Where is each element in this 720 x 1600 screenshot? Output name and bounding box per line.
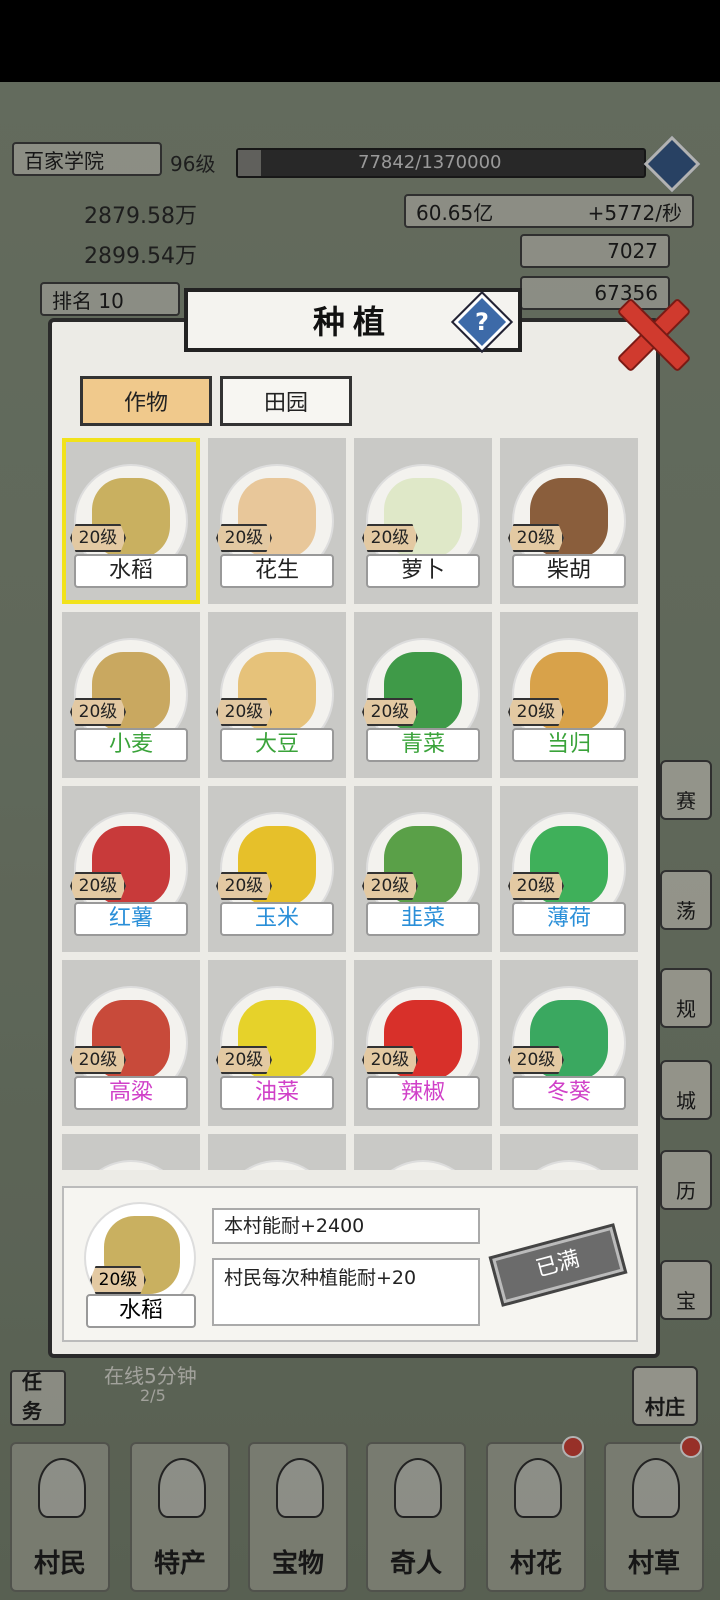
maxed-stamp: 已满 bbox=[488, 1221, 628, 1309]
crop-level: 20级 bbox=[362, 524, 418, 552]
crop-name: 小麦 bbox=[74, 728, 188, 762]
village-bonus-text: 本村能耐+2400 bbox=[212, 1208, 480, 1244]
crop-name: 薄荷 bbox=[512, 902, 626, 936]
villager-bonus-text: 村民每次种植能耐+20 bbox=[212, 1258, 480, 1326]
crop-disc bbox=[220, 1160, 334, 1170]
crop-card[interactable]: 20级 红薯 bbox=[62, 786, 200, 952]
crop-name: 高粱 bbox=[74, 1076, 188, 1110]
dialog-title: 种植 bbox=[312, 303, 393, 341]
tab-garden[interactable]: 田园 bbox=[220, 376, 352, 426]
crop-name: 当归 bbox=[512, 728, 626, 762]
crop-name: 大豆 bbox=[220, 728, 334, 762]
crop-card[interactable]: 20级 高粱 bbox=[62, 960, 200, 1126]
crop-card[interactable] bbox=[62, 1134, 200, 1170]
close-icon[interactable] bbox=[614, 296, 686, 368]
crop-name: 水稻 bbox=[74, 554, 188, 588]
crop-level: 20级 bbox=[70, 698, 126, 726]
crop-grid[interactable]: 20级 水稻 20级 花生 20级 萝卜 20级 柴胡 20级 小麦 20级 大豆 20级 青菜 20级 当归… bbox=[62, 438, 638, 1170]
crop-card[interactable]: 20级 油菜 bbox=[208, 960, 346, 1126]
crop-disc bbox=[74, 1160, 188, 1170]
crop-card[interactable]: 20级 韭菜 bbox=[354, 786, 492, 952]
crop-name: 辣椒 bbox=[366, 1076, 480, 1110]
crop-level: 20级 bbox=[70, 1046, 126, 1074]
crop-name: 韭菜 bbox=[366, 902, 480, 936]
crop-card[interactable]: 20级 玉米 bbox=[208, 786, 346, 952]
crop-name: 青菜 bbox=[366, 728, 480, 762]
crop-card[interactable]: 20级 当归 bbox=[500, 612, 638, 778]
crop-level: 20级 bbox=[216, 524, 272, 552]
selected-crop-name: 水稻 bbox=[86, 1294, 196, 1328]
tab-crops[interactable]: 作物 bbox=[80, 376, 212, 426]
crop-level: 20级 bbox=[508, 872, 564, 900]
crop-level: 20级 bbox=[70, 524, 126, 552]
crop-card[interactable] bbox=[500, 1134, 638, 1170]
crop-name: 柴胡 bbox=[512, 554, 626, 588]
crop-card[interactable]: 20级 萝卜 bbox=[354, 438, 492, 604]
crop-level: 20级 bbox=[362, 698, 418, 726]
crop-card[interactable]: 20级 花生 bbox=[208, 438, 346, 604]
crop-name: 冬葵 bbox=[512, 1076, 626, 1110]
crop-card[interactable] bbox=[354, 1134, 492, 1170]
crop-card[interactable]: 20级 薄荷 bbox=[500, 786, 638, 952]
crop-name: 花生 bbox=[220, 554, 334, 588]
crop-detail-panel: 20级 水稻 本村能耐+2400 村民每次种植能耐+20 已满 bbox=[62, 1186, 638, 1342]
crop-level: 20级 bbox=[70, 872, 126, 900]
crop-card[interactable]: 20级 柴胡 bbox=[500, 438, 638, 604]
crop-name: 油菜 bbox=[220, 1076, 334, 1110]
crop-level: 20级 bbox=[216, 698, 272, 726]
selected-crop-level: 20级 bbox=[90, 1266, 146, 1294]
crop-disc bbox=[512, 1160, 626, 1170]
crop-card[interactable]: 20级 辣椒 bbox=[354, 960, 492, 1126]
crop-card[interactable]: 20级 大豆 bbox=[208, 612, 346, 778]
crop-card[interactable]: 20级 小麦 bbox=[62, 612, 200, 778]
crop-disc bbox=[366, 1160, 480, 1170]
crop-name: 萝卜 bbox=[366, 554, 480, 588]
crop-level: 20级 bbox=[508, 698, 564, 726]
crop-level: 20级 bbox=[362, 872, 418, 900]
crop-level: 20级 bbox=[216, 1046, 272, 1074]
crop-level: 20级 bbox=[216, 872, 272, 900]
crop-card[interactable] bbox=[208, 1134, 346, 1170]
crop-card[interactable]: 20级 冬葵 bbox=[500, 960, 638, 1126]
crop-card[interactable]: 20级 水稻 bbox=[62, 438, 200, 604]
crop-level: 20级 bbox=[508, 1046, 564, 1074]
crop-name: 玉米 bbox=[220, 902, 334, 936]
crop-name: 红薯 bbox=[74, 902, 188, 936]
crop-level: 20级 bbox=[362, 1046, 418, 1074]
crop-level: 20级 bbox=[508, 524, 564, 552]
crop-card[interactable]: 20级 青菜 bbox=[354, 612, 492, 778]
